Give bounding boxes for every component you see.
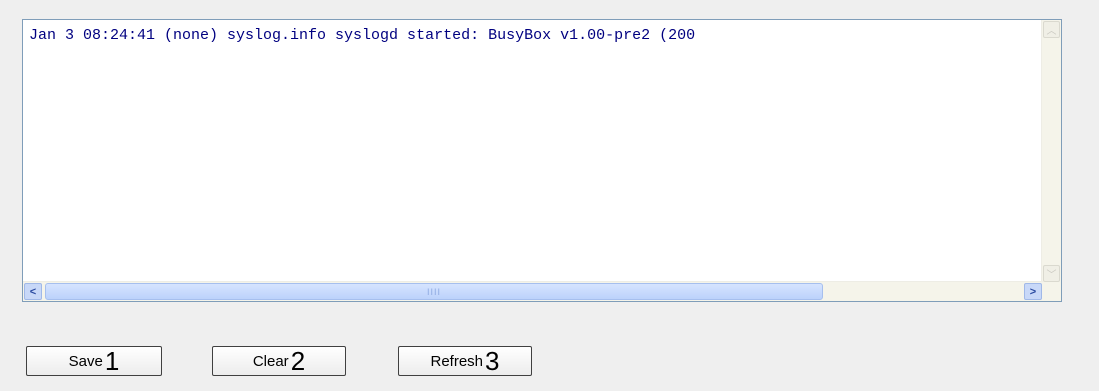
log-text: Jan 3 08:24:41 (none) syslog.info syslog… [29, 27, 696, 44]
horizontal-scrollbar[interactable]: < IIII > [23, 281, 1043, 301]
log-textarea[interactable]: Jan 3 08:24:41 (none) syslog.info syslog… [22, 19, 1062, 302]
scroll-left-icon[interactable]: < [24, 283, 42, 300]
save-button[interactable]: Save 1 [26, 346, 162, 376]
save-button-label: Save [68, 352, 103, 370]
horizontal-scroll-thumb[interactable]: IIII [45, 283, 823, 300]
vertical-scrollbar[interactable]: ︿ ﹀ [1041, 20, 1061, 283]
scroll-up-icon[interactable]: ︿ [1043, 21, 1060, 38]
thumb-grip-icon: IIII [426, 286, 441, 297]
refresh-button[interactable]: Refresh 3 [398, 346, 532, 376]
clear-button-label: Clear [252, 352, 289, 370]
syslog-panel: Jan 3 08:24:41 (none) syslog.info syslog… [0, 0, 1099, 391]
scrollbar-corner [1042, 282, 1061, 301]
scroll-down-icon[interactable]: ﹀ [1043, 265, 1060, 282]
clear-button-number: 2 [290, 346, 306, 376]
scroll-right-icon[interactable]: > [1024, 283, 1042, 300]
refresh-button-label: Refresh [430, 352, 484, 370]
refresh-button-number: 3 [485, 346, 500, 376]
clear-button[interactable]: Clear 2 [212, 346, 346, 376]
save-button-number: 1 [104, 346, 120, 376]
